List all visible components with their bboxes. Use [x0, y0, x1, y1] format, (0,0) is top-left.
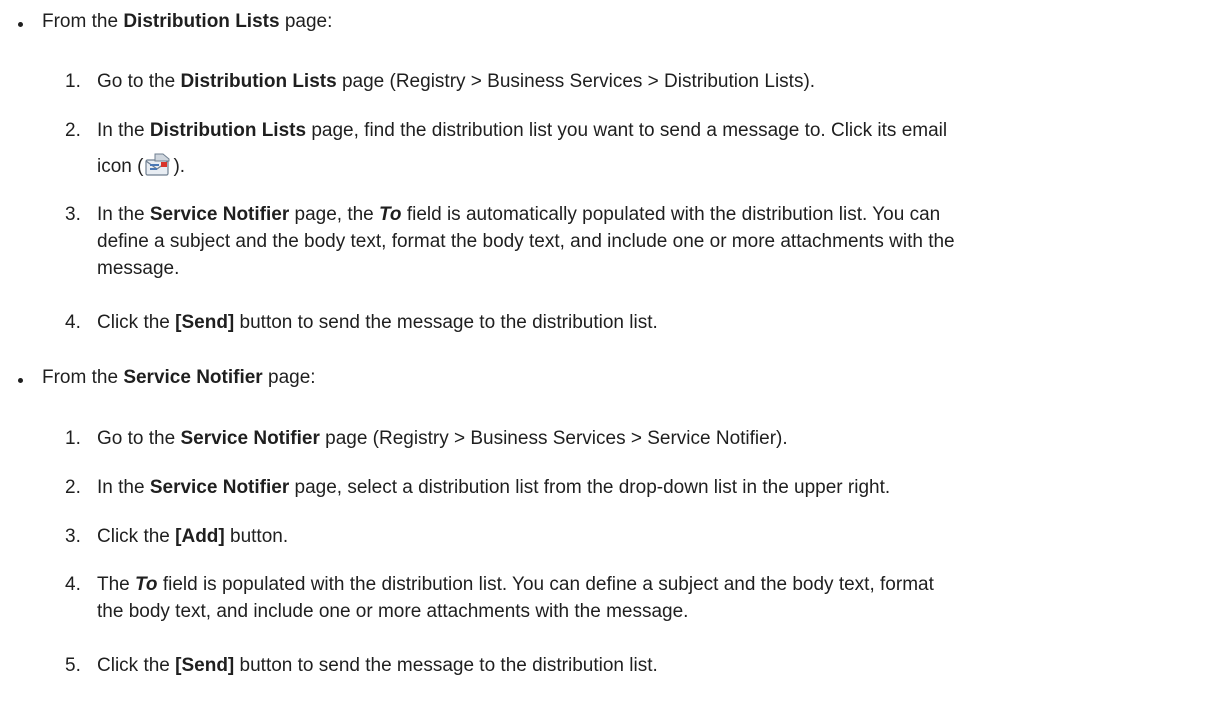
email-icon[interactable] [143, 152, 173, 178]
bullet-prefix: From the [42, 11, 124, 32]
step-number: 1. [65, 71, 81, 92]
step-number: 4. [65, 574, 81, 595]
bullet-bold: Distribution Lists [123, 11, 280, 32]
bullet-suffix: page: [279, 11, 333, 32]
step-number: 5. [65, 655, 81, 676]
step-number: 2. [65, 120, 81, 141]
step-number: 3. [65, 204, 81, 225]
bullet-bold: Service Notifier [123, 367, 263, 388]
document-page: From the Distribution Lists page: 1. Go … [0, 0, 1215, 717]
bullet-dot [18, 378, 23, 383]
step-number: 4. [65, 312, 81, 333]
bullet-dot [18, 22, 23, 27]
step-number: 2. [65, 477, 81, 498]
step-number: 3. [65, 526, 81, 547]
bullet-suffix: page: [262, 367, 316, 388]
bullet-prefix: From the [42, 367, 124, 388]
step-number: 1. [65, 428, 81, 449]
